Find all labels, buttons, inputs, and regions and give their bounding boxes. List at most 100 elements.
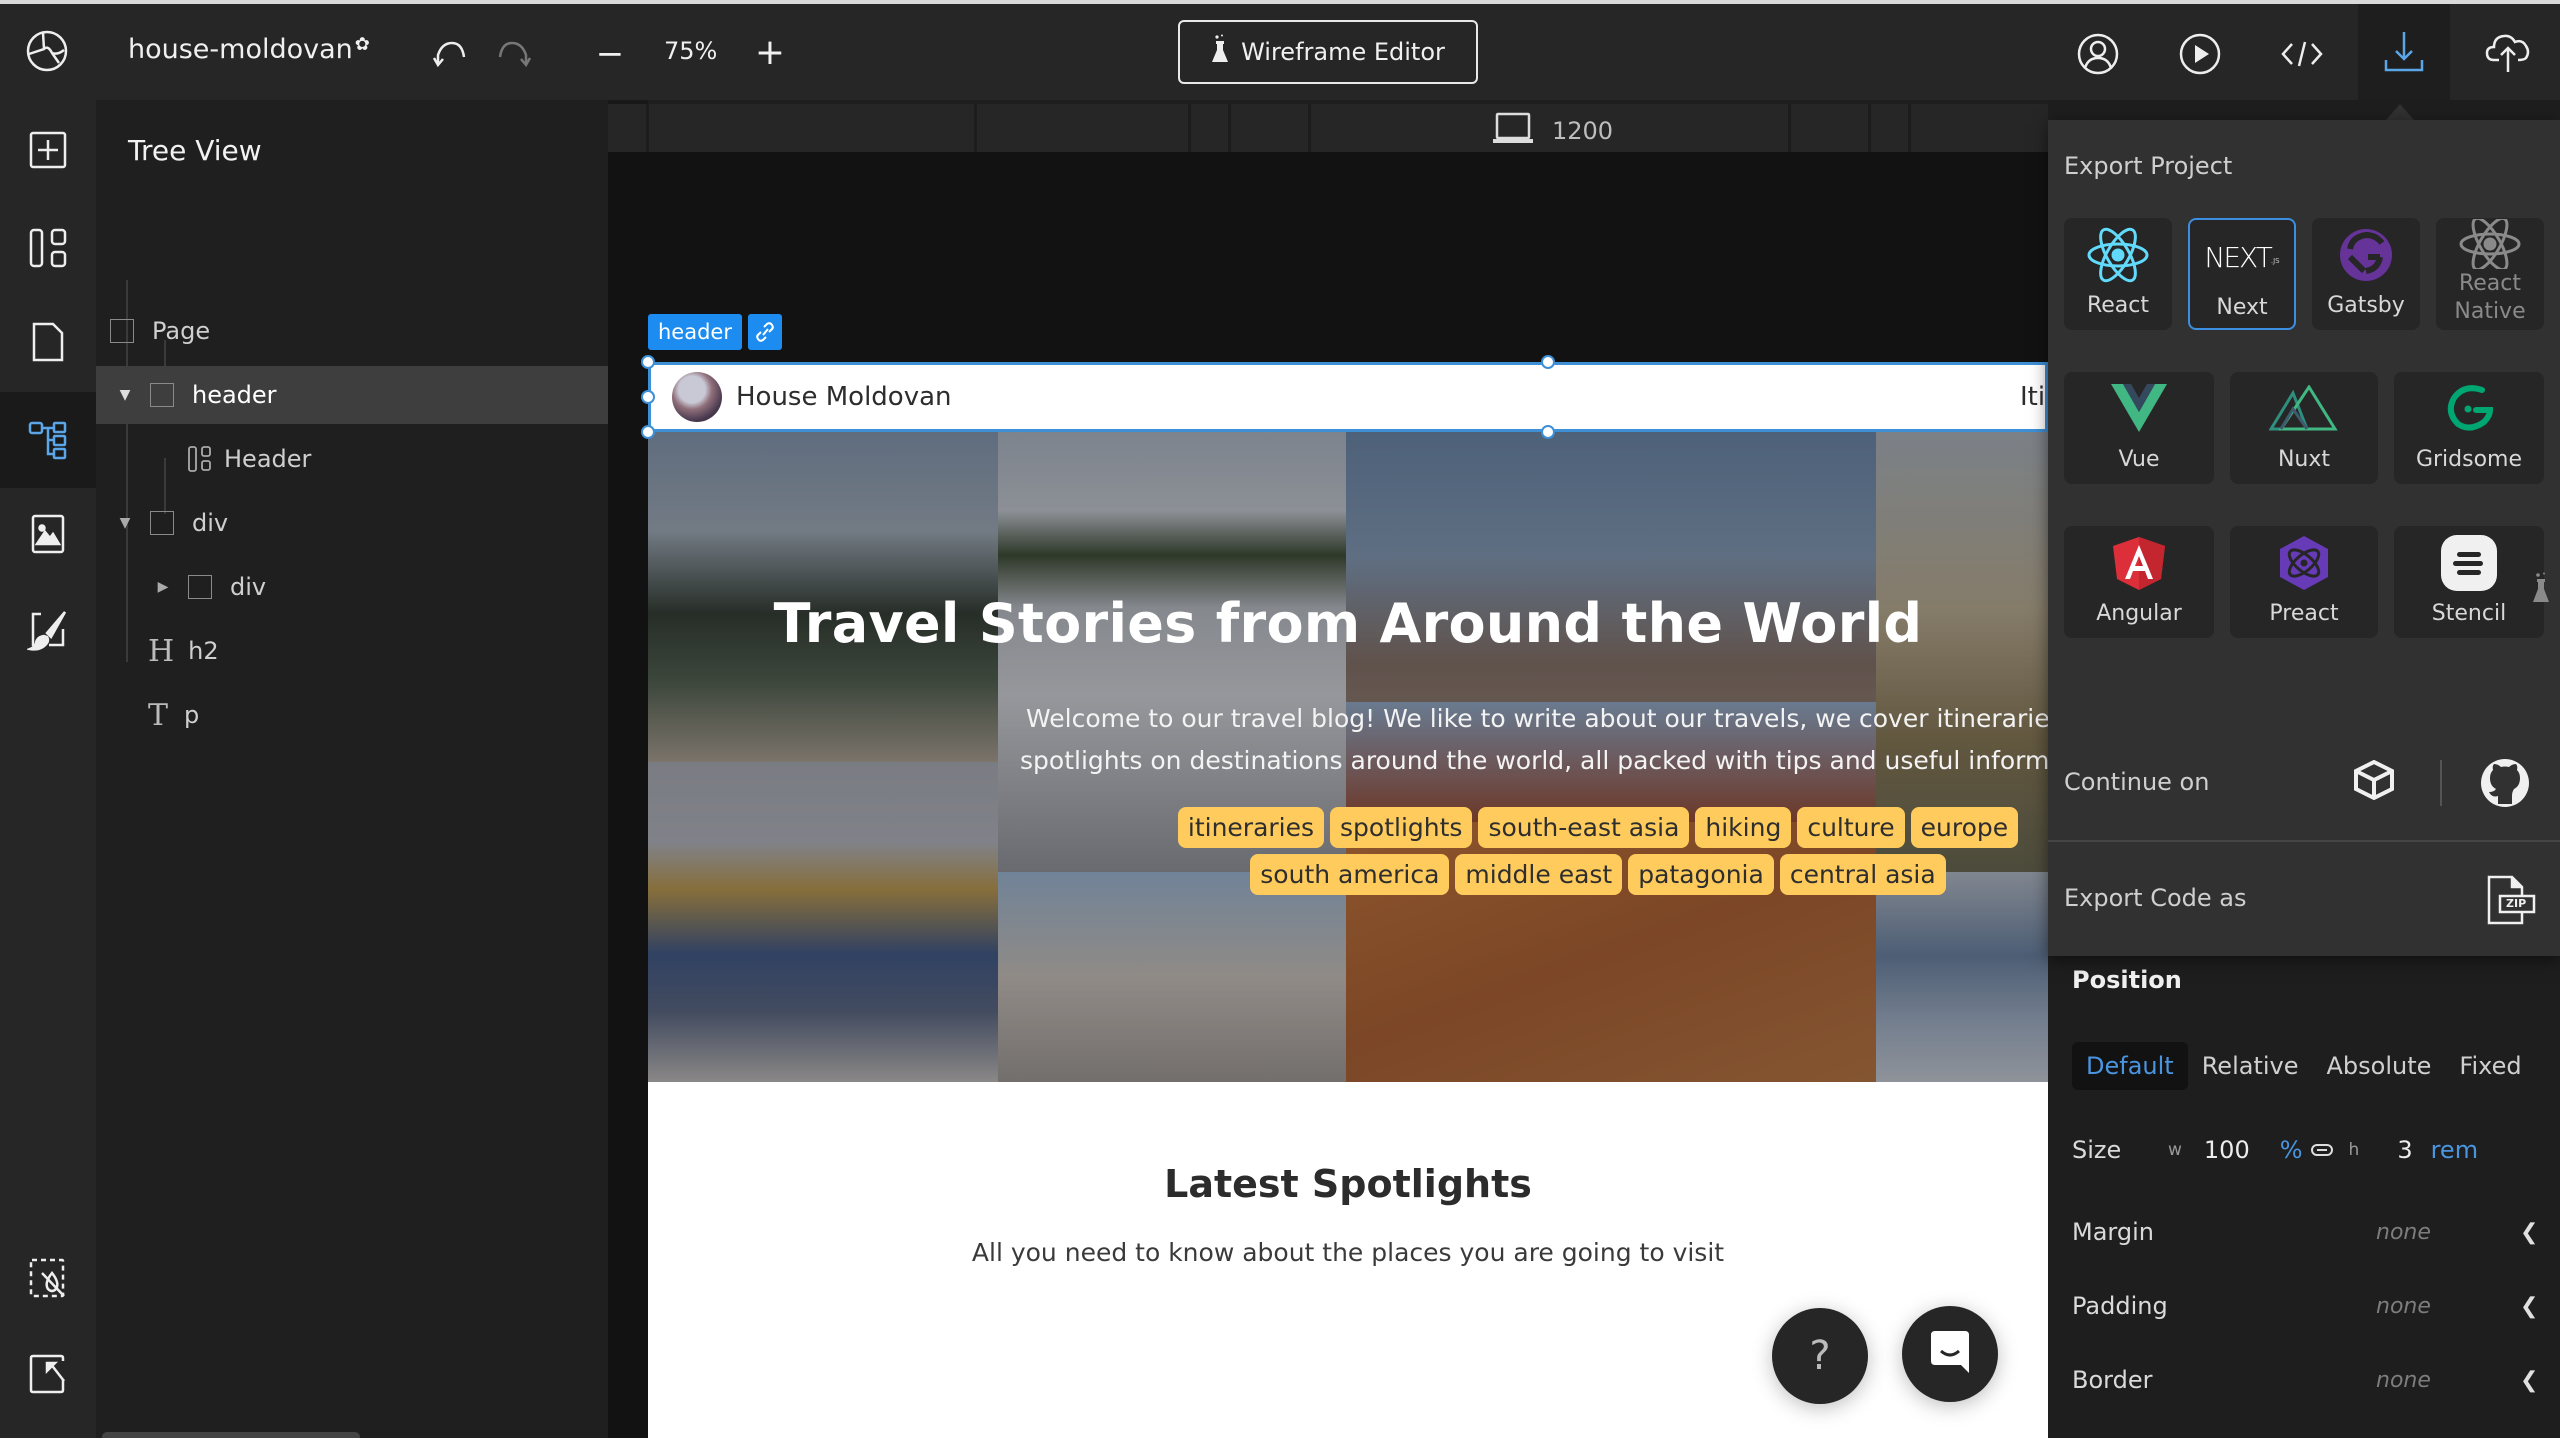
framework-stencil[interactable]: Stencil (2394, 526, 2544, 638)
breakpoint-tick[interactable] (1188, 104, 1191, 152)
chat-button[interactable] (1902, 1306, 1998, 1402)
site-brand[interactable]: House Moldovan (736, 382, 952, 412)
assets-image-icon[interactable] (24, 510, 72, 558)
breakpoint-tick[interactable] (1908, 104, 1911, 152)
add-element-icon[interactable] (24, 126, 72, 174)
breakpoint-width: 1200 (1552, 117, 1614, 145)
components-icon[interactable] (24, 224, 72, 272)
cloud-upload-icon[interactable] (2480, 26, 2536, 78)
popup-caret (2386, 104, 2414, 120)
user-icon[interactable] (2072, 28, 2124, 80)
chevron-left-icon[interactable]: ❮ (2520, 1294, 2538, 1319)
caret-right-icon[interactable]: ▶ (156, 579, 170, 595)
link-dimensions-icon[interactable] (2310, 1144, 2333, 1156)
chevron-left-icon[interactable]: ❮ (2520, 1220, 2538, 1245)
hide-overlays-icon[interactable] (24, 1254, 72, 1302)
tree-node-page[interactable]: Page (96, 302, 608, 360)
tree-node-div-child[interactable]: ▶ div (96, 558, 608, 616)
padding-value[interactable]: none (2376, 1294, 2431, 1319)
chevron-left-icon[interactable]: ❮ (2520, 1368, 2538, 1393)
tree-node-header-component[interactable]: Header (96, 430, 608, 488)
tag-chip[interactable]: culture (1797, 807, 1905, 848)
redo-icon[interactable] (492, 34, 536, 74)
zip-file-icon[interactable]: ZIP (2486, 874, 2536, 930)
tag-chip[interactable]: patagonia (1628, 854, 1774, 895)
wireframe-editor-button[interactable]: Wireframe Editor (1178, 20, 1478, 84)
width-input[interactable]: 100 (2204, 1136, 2250, 1164)
tree-view-title: Tree View (128, 134, 262, 167)
framework-angular[interactable]: Angular (2064, 526, 2214, 638)
settings-gear-icon[interactable]: ✿ (355, 34, 370, 55)
breakpoint-tick[interactable] (1308, 104, 1311, 152)
zoom-out-icon[interactable]: − (590, 34, 630, 74)
theme-brush-icon[interactable] (24, 606, 72, 654)
codesandbox-icon[interactable] (2352, 759, 2396, 804)
tree-node-p[interactable]: T p (96, 686, 608, 744)
breakpoint-tick[interactable] (646, 104, 649, 152)
tag-chip[interactable]: europe (1910, 807, 2019, 848)
logo-icon[interactable] (24, 28, 70, 74)
resize-handle[interactable] (1541, 355, 1555, 369)
hero-intro-line: spotlights on destinations around the wo… (1020, 746, 2048, 775)
tag-chip[interactable]: middle east (1455, 854, 1623, 895)
code-icon[interactable] (2276, 28, 2328, 80)
select-parent-icon[interactable] (24, 1350, 72, 1398)
framework-gatsby[interactable]: Gatsby (2312, 218, 2420, 330)
breakpoint-indicator[interactable]: 1200 (1492, 112, 1613, 150)
margin-value[interactable]: none (2376, 1220, 2431, 1245)
position-option-relative[interactable]: Relative (2188, 1042, 2313, 1090)
undo-icon[interactable] (428, 34, 472, 74)
framework-nuxt[interactable]: Nuxt (2230, 372, 2378, 484)
tag-chip[interactable]: itineraries (1177, 807, 1325, 848)
border-value[interactable]: none (2376, 1368, 2431, 1393)
breakpoint-tick[interactable] (974, 104, 977, 152)
position-option-fixed[interactable]: Fixed (2445, 1042, 2535, 1090)
tag-chip[interactable]: hiking (1695, 807, 1792, 848)
link-icon[interactable] (748, 314, 782, 350)
framework-vue[interactable]: Vue (2064, 372, 2214, 484)
framework-next[interactable]: NEXT .JS Next (2188, 218, 2296, 330)
resize-handle[interactable] (641, 425, 655, 439)
breakpoint-tick[interactable] (1228, 104, 1231, 152)
tree-node-label: div (230, 573, 267, 601)
resize-handle[interactable] (641, 355, 655, 369)
width-unit[interactable]: % (2280, 1136, 2303, 1164)
chat-icon (1927, 1329, 1973, 1379)
tag-chip[interactable]: spotlights (1330, 807, 1473, 848)
project-name[interactable]: house-moldovan ✿ (128, 34, 370, 65)
tree-node-h2[interactable]: H h2 (96, 622, 608, 680)
breakpoint-tick[interactable] (1788, 104, 1791, 152)
pages-icon[interactable] (24, 318, 72, 366)
position-option-absolute[interactable]: Absolute (2313, 1042, 2446, 1090)
selected-element-tag[interactable]: header (648, 314, 742, 350)
position-option-default[interactable]: Default (2072, 1042, 2188, 1090)
resize-handle[interactable] (641, 390, 655, 404)
framework-gridsome[interactable]: Gridsome (2394, 372, 2544, 484)
border-row[interactable]: Border none ❮ (2072, 1360, 2538, 1400)
horizontal-scrollbar[interactable] (102, 1432, 360, 1438)
framework-preact[interactable]: Preact (2230, 526, 2378, 638)
caret-down-icon[interactable]: ▼ (118, 387, 132, 403)
download-icon[interactable] (2378, 26, 2430, 78)
help-button[interactable]: ? (1772, 1308, 1868, 1404)
tree-view-icon[interactable] (24, 416, 72, 464)
framework-react-native[interactable]: React Native (2436, 218, 2544, 330)
tree-node-header[interactable]: ▼ header (96, 366, 608, 424)
play-icon[interactable] (2174, 28, 2226, 80)
breakpoint-tick[interactable] (1868, 104, 1871, 152)
tree-node-div[interactable]: ▼ div (96, 494, 608, 552)
tag-chip[interactable]: south-east asia (1478, 807, 1690, 848)
caret-down-icon[interactable]: ▼ (118, 515, 132, 531)
tag-chip[interactable]: central asia (1779, 854, 1946, 895)
site-header[interactable]: House Moldovan Iti (648, 362, 2048, 432)
site-nav-item[interactable]: Iti (2020, 382, 2045, 412)
height-input[interactable]: 3 (2397, 1136, 2412, 1164)
github-icon[interactable] (2480, 758, 2530, 812)
resize-handle[interactable] (1541, 425, 1555, 439)
height-unit[interactable]: rem (2431, 1136, 2478, 1164)
margin-row[interactable]: Margin none ❮ (2072, 1212, 2538, 1252)
tag-chip[interactable]: south america (1250, 854, 1450, 895)
framework-react[interactable]: React (2064, 218, 2172, 330)
zoom-in-icon[interactable]: + (750, 32, 790, 73)
padding-row[interactable]: Padding none ❮ (2072, 1286, 2538, 1326)
